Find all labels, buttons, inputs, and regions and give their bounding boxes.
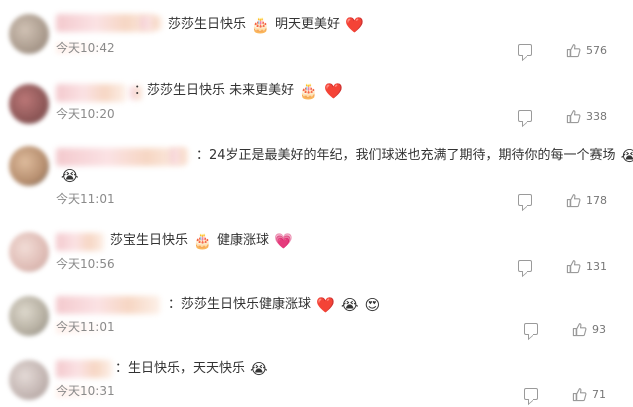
avatar[interactable] <box>9 296 49 336</box>
heart-emoji-icon: ❤️ <box>324 82 343 100</box>
cake-emoji-icon: 🎂 <box>251 16 270 34</box>
comment-item: ：莎莎生日快乐 未来更美好 🎂 ❤️ 今天10:20 338 <box>0 64 633 128</box>
comment-item: 莎宝生日快乐 🎂 健康涨球 💗 今天10:56 131 <box>0 220 633 284</box>
comment-icon[interactable] <box>518 260 532 272</box>
username[interactable] <box>56 296 160 314</box>
crying-emoji-icon: 😭 <box>250 360 268 378</box>
heart-eyes-emoji-icon: 😍 <box>364 296 381 314</box>
username[interactable] <box>56 84 126 102</box>
thumbs-up-icon[interactable] <box>566 259 581 274</box>
avatar[interactable] <box>9 360 49 400</box>
like-count: 178 <box>586 194 607 207</box>
avatar[interactable] <box>9 232 49 272</box>
comment-text: ：莎莎生日快乐 未来更美好 🎂 ❤️ <box>134 82 343 100</box>
cake-emoji-icon: 🎂 <box>193 232 212 250</box>
comment-item: ：24岁正是最美好的年纪，我们球迷也充满了期待，期待你的每一个赛场 😭 😭 今天… <box>0 128 633 208</box>
comment-text: ：莎莎生日快乐健康涨球 ❤️ 😭 😍 <box>168 296 381 314</box>
comment-text: ：24岁正是最美好的年纪，我们球迷也充满了期待，期待你的每一个赛场 😭 <box>196 146 633 166</box>
comment-text: 莎宝生日快乐 🎂 健康涨球 💗 <box>110 232 293 250</box>
comment-time: 今天11:01 <box>56 192 115 206</box>
comment-item: ：莎莎生日快乐健康涨球 ❤️ 😭 😍 今天11:01 93 <box>0 284 633 348</box>
username[interactable] <box>56 233 104 251</box>
comment-time: 今天10:56 <box>56 257 115 271</box>
comment-text: 莎莎生日快乐 🎂 明天更美好 ❤️ <box>168 16 364 34</box>
crying-emoji-icon: 😭 <box>620 147 633 165</box>
comment-time: 今天10:31 <box>56 384 115 398</box>
heart-emoji-icon: ❤️ <box>345 16 364 34</box>
crying-emoji-icon: 😭 <box>61 167 79 185</box>
comment-text: ：生日快乐，天天快乐 😭 <box>115 360 268 378</box>
like-count: 338 <box>586 110 607 123</box>
avatar[interactable] <box>9 14 49 54</box>
comment-icon[interactable] <box>518 44 532 56</box>
like-count: 576 <box>586 44 607 57</box>
comment-icon[interactable] <box>518 110 532 122</box>
comment-icon[interactable] <box>524 388 538 400</box>
username[interactable] <box>56 360 112 378</box>
comment-icon[interactable] <box>518 194 532 206</box>
comment-icon[interactable] <box>524 323 538 335</box>
thumbs-up-icon[interactable] <box>566 43 581 58</box>
like-count: 71 <box>592 388 606 401</box>
comment-text-line2: 😭 <box>60 166 80 186</box>
avatar[interactable] <box>9 84 49 124</box>
crying-emoji-icon: 😭 <box>341 296 359 314</box>
comment-time: 今天11:01 <box>56 320 115 334</box>
user-badge <box>170 148 188 164</box>
comment-time: 今天10:20 <box>56 107 115 121</box>
user-badge <box>140 16 162 30</box>
comment-time: 今天10:42 <box>56 41 115 55</box>
thumbs-up-icon[interactable] <box>566 109 581 124</box>
thumbs-up-icon[interactable] <box>572 322 587 337</box>
comment-item: 莎莎生日快乐 🎂 明天更美好 ❤️ 今天10:42 576 <box>0 0 633 64</box>
thumbs-up-icon[interactable] <box>572 387 587 402</box>
heart-emoji-icon: 💗 <box>274 232 293 250</box>
heart-emoji-icon: ❤️ <box>316 296 335 314</box>
cake-emoji-icon: 🎂 <box>299 82 318 100</box>
avatar[interactable] <box>9 146 49 186</box>
thumbs-up-icon[interactable] <box>566 193 581 208</box>
comment-item: ：生日快乐，天天快乐 😭 今天10:31 71 <box>0 348 633 407</box>
like-count: 93 <box>592 323 606 336</box>
like-count: 131 <box>586 260 607 273</box>
username[interactable] <box>56 148 186 166</box>
